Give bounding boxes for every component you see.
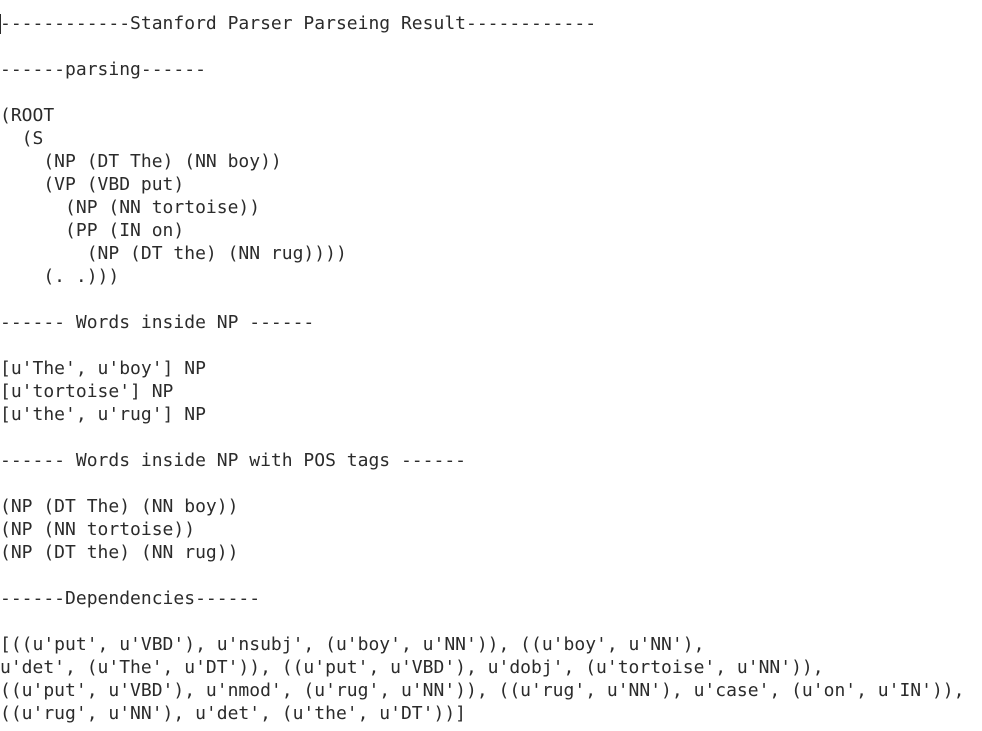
parse-tree-line: (ROOT bbox=[0, 105, 55, 126]
dependencies-line: [((u'put', u'VBD'), u'nsubj', (u'boy', u… bbox=[0, 634, 705, 655]
terminal-output[interactable]: ------------Stanford Parser Parseing Res… bbox=[0, 12, 982, 725]
np-pos-line: (NP (DT The) (NN boy)) bbox=[0, 496, 239, 517]
np-words-line: [u'tortoise'] NP bbox=[0, 381, 174, 402]
parse-tree-line: (NP (DT the) (NN rug)))) bbox=[0, 243, 347, 264]
np-words-section-header: ------ Words inside NP ------ bbox=[0, 312, 315, 333]
parse-tree-line: (. .))) bbox=[0, 266, 120, 287]
np-pos-section-header: ------ Words inside NP with POS tags ---… bbox=[0, 450, 466, 471]
parse-tree-line: (NP (NN tortoise)) bbox=[0, 197, 261, 218]
parse-tree-line: (S bbox=[0, 128, 44, 149]
np-words-line: [u'the', u'rug'] NP bbox=[0, 404, 206, 425]
np-pos-line: (NP (NN tortoise)) bbox=[0, 519, 196, 540]
np-pos-line: (NP (DT the) (NN rug)) bbox=[0, 542, 239, 563]
result-header-line: ------------Stanford Parser Parseing Res… bbox=[0, 13, 597, 34]
parse-tree-line: (NP (DT The) (NN boy)) bbox=[0, 151, 282, 172]
dependencies-section-header: ------Dependencies------ bbox=[0, 588, 261, 609]
dependencies-line: u'det', (u'The', u'DT')), ((u'put', u'VB… bbox=[0, 657, 824, 678]
parse-tree-line: (VP (VBD put) bbox=[0, 174, 185, 195]
dependencies-line: ((u'put', u'VBD'), u'nmod', (u'rug', u'N… bbox=[0, 680, 965, 701]
dependencies-line: ((u'rug', u'NN'), u'det', (u'the', u'DT'… bbox=[0, 703, 466, 724]
parsing-section-header: ------parsing------ bbox=[0, 59, 206, 80]
parse-tree-line: (PP (IN on) bbox=[0, 220, 185, 241]
np-words-line: [u'The', u'boy'] NP bbox=[0, 358, 206, 379]
